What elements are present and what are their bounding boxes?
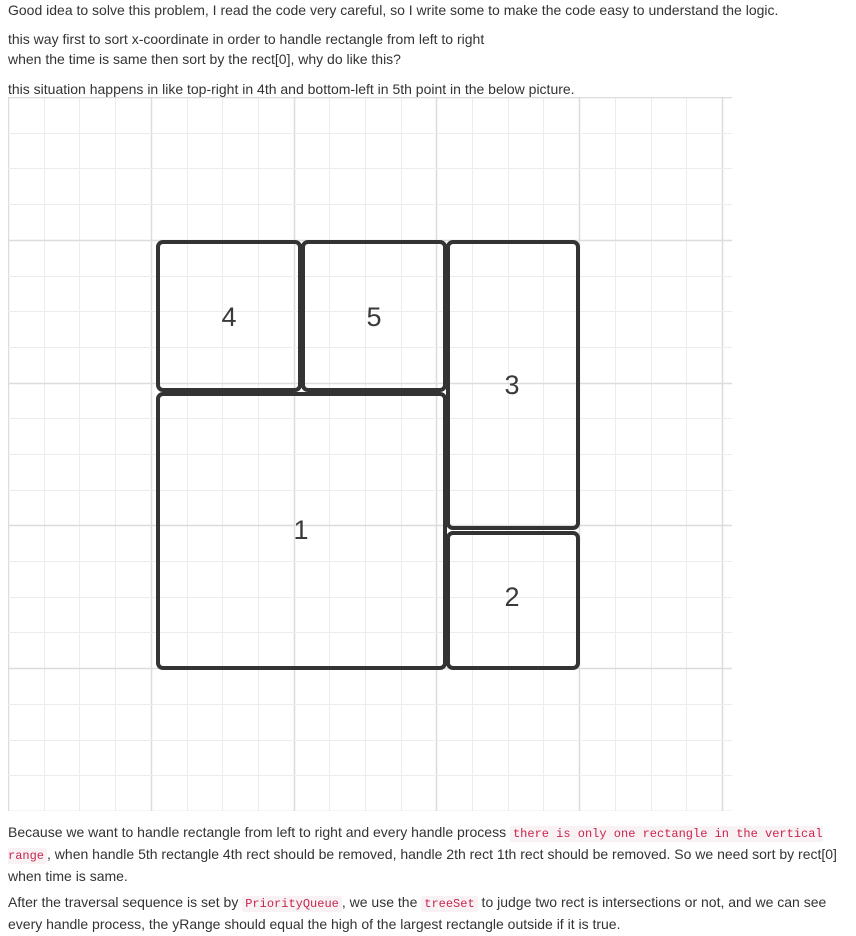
situation-paragraph: this situation happens in like top-right… [8,81,575,97]
rectangle-5-label: 5 [366,302,381,332]
because-paragraph: Because we want to handle rectangle from… [8,822,844,886]
rectangle-4-label: 4 [221,302,236,332]
intro-paragraph: Good idea to solve this problem, I read … [8,2,779,18]
traversal-paragraph: After the traversal sequence is set by P… [8,892,844,934]
because-text-start: Because we want to handle rectangle from… [8,824,510,840]
rectangle-labels: 4 5 3 1 2 [221,302,519,612]
inline-code-treeset: treeSet [421,896,478,912]
sort-explanation-paragraph: this way first to sort x-coordinate in o… [8,29,844,69]
inline-code-priorityqueue: PriorityQueue [242,896,342,912]
background-grid [8,97,732,811]
traversal-text-start: After the traversal sequence is set by [8,894,243,910]
sort-explanation-line-2: when the time is same then sort by the r… [8,51,401,67]
sort-explanation-line-1: this way first to sort x-coordinate in o… [8,31,485,47]
because-text-end: , when handle 5th rectangle 4th rect sho… [8,846,837,884]
rectangle-2-label: 2 [504,582,519,612]
rectangles-figure: 4 5 3 1 2 [8,97,732,811]
traversal-text-middle: , we use the [341,894,422,910]
rectangle-3-label: 3 [504,370,519,400]
rectangle-1-label: 1 [293,515,308,545]
grid-diagram: 4 5 3 1 2 [8,97,732,811]
